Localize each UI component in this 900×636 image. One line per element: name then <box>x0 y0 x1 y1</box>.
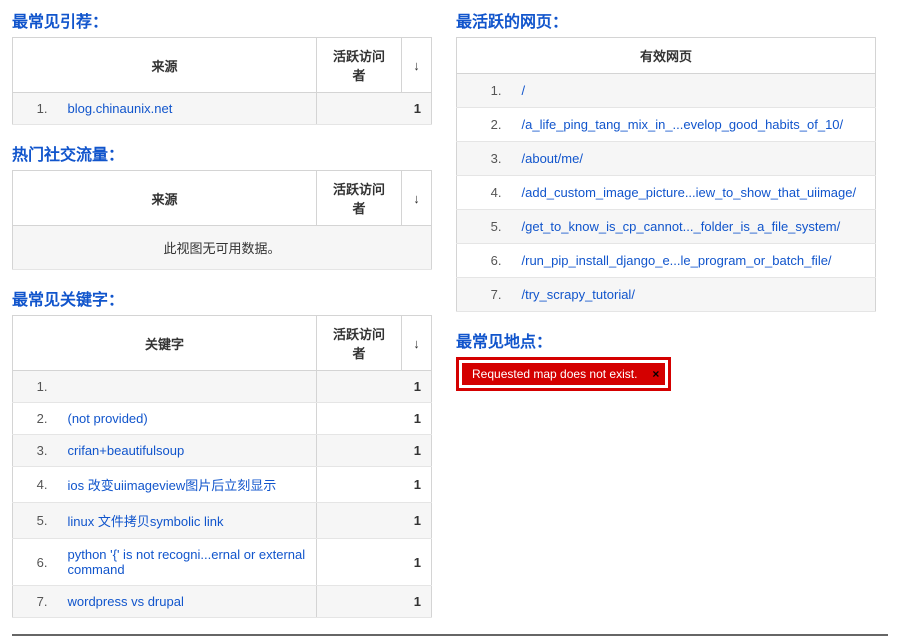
row-index: 3. <box>13 435 58 467</box>
table-row: 7.wordpress vs drupal1 <box>13 586 432 618</box>
row-index: 6. <box>457 244 512 278</box>
table-row: 1.1 <box>13 371 432 403</box>
visitor-count: 1 <box>317 93 432 125</box>
keyword-link[interactable]: (not provided) <box>58 403 317 435</box>
table-row: 6./run_pip_install_django_e...le_program… <box>457 244 876 278</box>
row-index: 7. <box>457 278 512 312</box>
sort-arrow-icon[interactable]: ↓ <box>402 316 432 371</box>
row-index: 2. <box>13 403 58 435</box>
page-link[interactable]: /a_life_ping_tang_mix_in_...evelop_good_… <box>512 108 876 142</box>
page-link[interactable]: /try_scrapy_tutorial/ <box>512 278 876 312</box>
table-row: 5.linux 文件拷贝symbolic link1 <box>13 503 432 539</box>
visitor-count: 1 <box>317 539 432 586</box>
keyword-link[interactable]: wordpress vs drupal <box>58 586 317 618</box>
col-page[interactable]: 有效网页 <box>457 38 876 74</box>
row-index: 5. <box>457 210 512 244</box>
table-row: 此视图无可用数据。 <box>13 226 432 270</box>
table-row: 4.ios 改变uiimageview图片后立刻显示1 <box>13 467 432 503</box>
sort-arrow-icon[interactable]: ↓ <box>402 38 432 93</box>
visitor-count: 1 <box>317 371 432 403</box>
visitor-count: 1 <box>317 586 432 618</box>
social-title: 热门社交流量： <box>12 141 432 165</box>
map-error-box: Requested map does not exist. × <box>456 357 671 391</box>
keywords-table: 关键字 活跃访问者 ↓ 1.12.(not provided)13.crifan… <box>12 315 432 618</box>
col-source[interactable]: 来源 <box>13 171 317 226</box>
sort-arrow-icon[interactable]: ↓ <box>402 171 432 226</box>
empty-message: 此视图无可用数据。 <box>13 226 432 270</box>
page-link[interactable]: /get_to_know_is_cp_cannot..._folder_is_a… <box>512 210 876 244</box>
locations-title: 最常见地点： <box>456 328 876 352</box>
col-visitors[interactable]: 活跃访问者 <box>317 38 402 93</box>
keyword-link[interactable]: crifan+beautifulsoup <box>58 435 317 467</box>
referrals-title: 最常见引荐： <box>12 8 432 32</box>
table-row: 2.(not provided)1 <box>13 403 432 435</box>
visitor-count: 1 <box>317 403 432 435</box>
col-source[interactable]: 来源 <box>13 38 317 93</box>
keywords-title: 最常见关键字： <box>12 286 432 310</box>
row-index: 6. <box>13 539 58 586</box>
table-row: 5./get_to_know_is_cp_cannot..._folder_is… <box>457 210 876 244</box>
row-index: 1. <box>13 371 58 403</box>
close-icon[interactable]: × <box>652 367 659 381</box>
col-visitors[interactable]: 活跃访问者 <box>317 171 402 226</box>
pages-title: 最活跃的网页： <box>456 8 876 32</box>
keyword-link[interactable]: linux 文件拷贝symbolic link <box>58 503 317 539</box>
visitor-count: 1 <box>317 467 432 503</box>
page-link[interactable]: / <box>512 74 876 108</box>
table-row: 1./ <box>457 74 876 108</box>
error-message: Requested map does not exist. <box>472 367 637 381</box>
referral-link[interactable]: blog.chinaunix.net <box>58 93 317 125</box>
pages-table: 有效网页 1./2./a_life_ping_tang_mix_in_...ev… <box>456 37 876 312</box>
table-row: 6.python '{' is not recogni...ernal or e… <box>13 539 432 586</box>
col-visitors[interactable]: 活跃访问者 <box>317 316 402 371</box>
keyword-link[interactable] <box>58 371 317 403</box>
social-table: 来源 活跃访问者 ↓ 此视图无可用数据。 <box>12 170 432 270</box>
visitor-count: 1 <box>317 435 432 467</box>
row-index: 3. <box>457 142 512 176</box>
page-link[interactable]: /add_custom_image_picture...iew_to_show_… <box>512 176 876 210</box>
referrals-table: 来源 活跃访问者 ↓ 1. blog.chinaunix.net 1 <box>12 37 432 125</box>
col-keyword[interactable]: 关键字 <box>13 316 317 371</box>
row-index: 2. <box>457 108 512 142</box>
keyword-link[interactable]: python '{' is not recogni...ernal or ext… <box>58 539 317 586</box>
row-index: 7. <box>13 586 58 618</box>
row-index: 1. <box>457 74 512 108</box>
table-row: 3.crifan+beautifulsoup1 <box>13 435 432 467</box>
row-index: 1. <box>13 93 58 125</box>
table-row: 1. blog.chinaunix.net 1 <box>13 93 432 125</box>
row-index: 5. <box>13 503 58 539</box>
page-link[interactable]: /about/me/ <box>512 142 876 176</box>
table-row: 2./a_life_ping_tang_mix_in_...evelop_goo… <box>457 108 876 142</box>
visitor-count: 1 <box>317 503 432 539</box>
keyword-link[interactable]: ios 改变uiimageview图片后立刻显示 <box>58 467 317 503</box>
row-index: 4. <box>457 176 512 210</box>
row-index: 4. <box>13 467 58 503</box>
table-row: 7./try_scrapy_tutorial/ <box>457 278 876 312</box>
table-row: 3./about/me/ <box>457 142 876 176</box>
page-link[interactable]: /run_pip_install_django_e...le_program_o… <box>512 244 876 278</box>
table-row: 4./add_custom_image_picture...iew_to_sho… <box>457 176 876 210</box>
